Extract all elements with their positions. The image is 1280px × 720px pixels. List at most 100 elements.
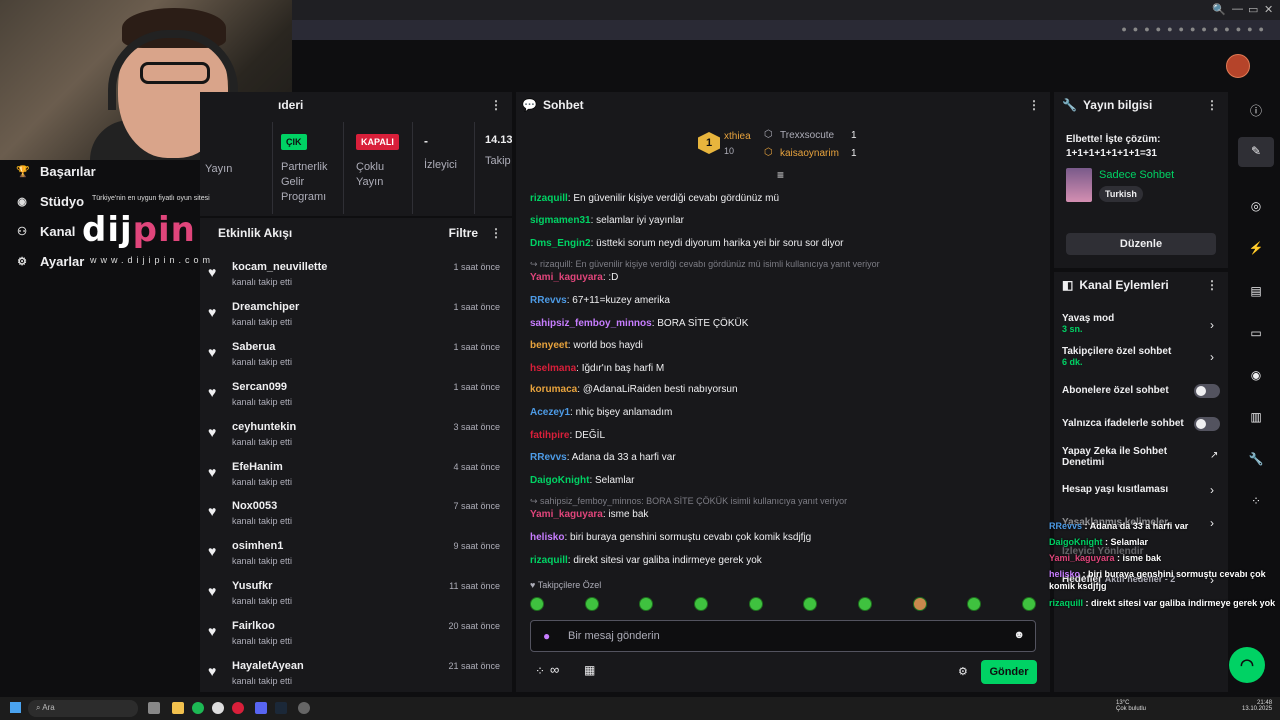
- send-button[interactable]: Gönder: [981, 660, 1037, 684]
- chevron-right-icon[interactable]: ›: [1210, 318, 1214, 332]
- lightning-icon[interactable]: ⚡: [1248, 241, 1264, 255]
- opera-icon[interactable]: [232, 702, 244, 714]
- emote-icon[interactable]: [967, 597, 982, 611]
- broadcast-icon[interactable]: ◉: [1248, 368, 1264, 382]
- weather-widget[interactable]: 13°C Çok bulutlu: [1116, 700, 1146, 712]
- leaderboard-name[interactable]: xthiea: [724, 131, 751, 142]
- list-item[interactable]: ♥ EfeHanim kanalı takip etti 4 saat önce: [208, 458, 504, 498]
- chat-username[interactable]: sigmamen31: [530, 215, 591, 226]
- minimize-icon[interactable]: —: [1232, 3, 1243, 15]
- follower-name[interactable]: EfeHanim: [232, 461, 283, 473]
- search-icon[interactable]: 🔍: [1212, 3, 1226, 16]
- chat-message[interactable]: Acezey1: nhiç bişey anlamadım: [530, 407, 672, 418]
- collapse-chevron-icon[interactable]: ≡: [777, 168, 784, 182]
- chat-message[interactable]: RRevvs: Adana da 33 a harfi var: [530, 452, 676, 463]
- ai-moderation-setting[interactable]: Yapay Zeka ile Sohbet Denetimi: [1062, 446, 1172, 468]
- edit-button[interactable]: Düzenle: [1066, 233, 1216, 255]
- chat-username[interactable]: RRevvs: [530, 295, 567, 306]
- list-item[interactable]: ♥ HayaletAyean kanalı takip etti 21 saat ön…: [208, 657, 504, 697]
- follower-name[interactable]: Sercan099: [232, 381, 287, 393]
- nav-channel[interactable]: ⚇ Kanal: [16, 220, 75, 242]
- category-thumbnail[interactable]: [1066, 168, 1092, 202]
- follower-name[interactable]: ceyhuntekin: [232, 421, 296, 433]
- pencil-icon[interactable]: ✎: [1248, 144, 1264, 158]
- nav-achievements[interactable]: 🏆 Başarılar: [16, 160, 96, 182]
- chevron-right-icon[interactable]: ›: [1210, 483, 1214, 497]
- chat-username[interactable]: Dms_Engin2: [530, 238, 591, 249]
- chat-message[interactable]: sigmamen31: selamlar iyi yayınlar: [530, 215, 684, 226]
- filter-button[interactable]: Filtre: [449, 226, 478, 240]
- chat-input[interactable]: ● Bir mesaj gönderin ☻: [530, 620, 1036, 652]
- tag-chip[interactable]: Turkish: [1099, 186, 1143, 202]
- list-item[interactable]: ♥ osimhen1 kanalı takip etti 9 saat önce: [208, 537, 504, 577]
- chat-username[interactable]: fatihpire: [530, 430, 569, 441]
- emote-icon[interactable]: [530, 597, 544, 611]
- emote-icon[interactable]: [748, 597, 763, 611]
- list-item[interactable]: ♥ ceyhuntekin kanalı takip etti 3 saat önce: [208, 418, 504, 458]
- follower-name[interactable]: Yusufkr: [232, 580, 272, 592]
- list-item[interactable]: ♥ Saberua kanalı takip etti 1 saat önce: [208, 338, 504, 378]
- chat-username[interactable]: Yami_kaguyara: [530, 509, 603, 520]
- category-name[interactable]: Sadece Sohbet: [1099, 169, 1174, 181]
- list-item[interactable]: ♥ Nox0053 kanalı takip etti 7 saat önce: [208, 497, 504, 537]
- kebab-menu-icon[interactable]: ⋮: [1028, 98, 1040, 112]
- camera-icon[interactable]: ◎: [1248, 199, 1264, 213]
- emoji-icon[interactable]: ☻: [1013, 629, 1025, 641]
- gear-icon[interactable]: ⚙: [958, 665, 968, 678]
- chat-message[interactable]: Yami_kaguyara: isme bak: [530, 509, 648, 520]
- follower-name[interactable]: Fairlkoo: [232, 620, 275, 632]
- follower-name[interactable]: HayaletAyean: [232, 660, 304, 672]
- follower-name[interactable]: kocam_neuvillette: [232, 261, 327, 273]
- emote-icon[interactable]: [857, 597, 872, 611]
- list-item[interactable]: ♥ kocam_neuvillette kanalı takip etti 1 saa…: [208, 258, 504, 298]
- chat-username[interactable]: Yami_kaguyara: [530, 272, 603, 283]
- kebab-menu-icon[interactable]: ⋮: [1206, 98, 1218, 112]
- kebab-menu-icon[interactable]: ⋮: [490, 98, 502, 112]
- wrench-icon[interactable]: 🔧: [1248, 452, 1264, 466]
- follower-name[interactable]: Dreamchiper: [232, 301, 299, 313]
- chat-message[interactable]: Dms_Engin2: üstteki sorum neydi diyorum …: [530, 238, 843, 249]
- subscribers-chat-toggle[interactable]: [1194, 384, 1220, 398]
- emote-icon[interactable]: [1021, 597, 1036, 611]
- task-view-icon[interactable]: [148, 702, 160, 714]
- list-item[interactable]: ♥ Dreamchiper kanalı takip etti 1 saat önce: [208, 298, 504, 338]
- chat-bubble-icon[interactable]: ▭: [1248, 326, 1264, 340]
- subscribers-chat-setting[interactable]: Abonelere özel sohbet: [1062, 385, 1169, 396]
- chat-username[interactable]: DaigoKnight: [530, 475, 589, 486]
- kebab-menu-icon[interactable]: ⋮: [1206, 278, 1218, 292]
- avatar[interactable]: [1226, 54, 1250, 78]
- chat-username[interactable]: sahipsiz_femboy_minnos: [530, 318, 652, 329]
- infinity-icon[interactable]: ∞: [550, 662, 559, 677]
- nav-studio[interactable]: ◉ Stüdyo: [16, 190, 84, 212]
- spotify-icon[interactable]: [192, 702, 204, 714]
- windows-start-icon[interactable]: [10, 702, 21, 713]
- community-icon[interactable]: ⁘: [535, 664, 545, 678]
- account-age-setting[interactable]: Hesap yaşı kısıtlaması: [1062, 484, 1168, 495]
- community-icon[interactable]: ⁘: [1248, 494, 1264, 508]
- chat-message[interactable]: DaigoKnight: Selamlar: [530, 475, 634, 486]
- emote-icon[interactable]: [803, 597, 818, 611]
- emote-icon[interactable]: [639, 597, 654, 611]
- chat-message[interactable]: sahipsiz_femboy_minnos: BORA SİTE ÇÖKÜK: [530, 318, 748, 329]
- chat-message[interactable]: rizaquill: direkt sitesi var galiba indi…: [530, 555, 762, 566]
- chat-message[interactable]: RRevvs: 67+11=kuzey amerika: [530, 295, 670, 306]
- emote-icon[interactable]: [584, 597, 599, 611]
- taskbar-search[interactable]: ⌕ Ara: [28, 700, 138, 717]
- emote-icon[interactable]: [693, 597, 708, 611]
- microphone-icon[interactable]: ●: [543, 629, 550, 643]
- discord-icon[interactable]: [255, 702, 267, 714]
- chat-message[interactable]: Yami_kaguyara: :D: [530, 272, 618, 283]
- chat-message[interactable]: fatihpire: DEĞİL: [530, 430, 605, 441]
- list-item[interactable]: ♥ Yusufkr kanalı takip etti 11 saat önce: [208, 577, 504, 617]
- store-icon[interactable]: ▦: [584, 663, 595, 677]
- nav-settings[interactable]: ⚙ Ayarlar: [16, 250, 84, 272]
- chat-message[interactable]: benyeet: world bos haydi: [530, 340, 643, 351]
- chat-username[interactable]: RRevvs: [530, 452, 567, 463]
- chevron-right-icon[interactable]: ›: [1210, 516, 1214, 530]
- kebab-menu-icon[interactable]: ⋮: [490, 226, 502, 240]
- settings-app-icon[interactable]: [298, 702, 310, 714]
- slow-mode-setting[interactable]: Yavaş mod 3 sn.: [1062, 313, 1114, 334]
- chat-username[interactable]: rizaquill: [530, 555, 568, 566]
- chat-username[interactable]: hselmana: [530, 363, 576, 374]
- chat-message[interactable]: helisko: biri buraya genshini sormuştu c…: [530, 532, 811, 543]
